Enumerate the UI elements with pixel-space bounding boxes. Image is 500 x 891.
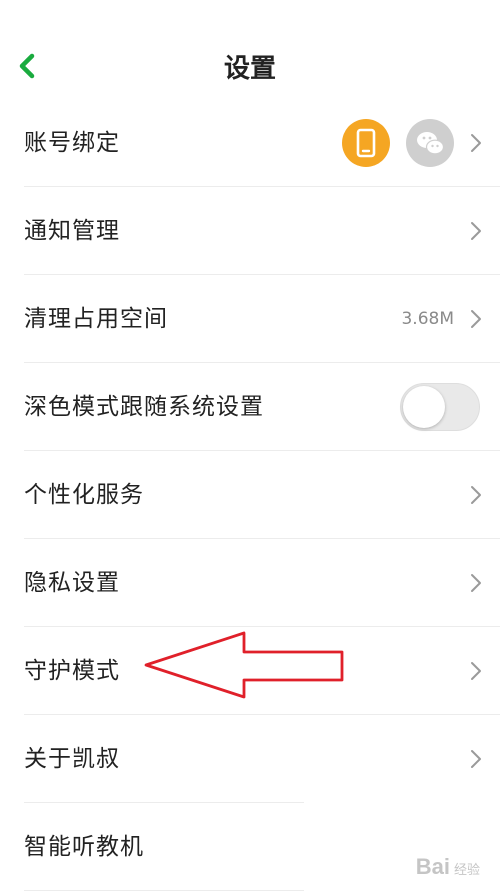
divider [24,450,500,451]
phone-binding-badge[interactable] [342,119,390,167]
page-title: 设置 [223,54,276,84]
chevron-right-icon [471,310,481,328]
setting-label: 关于凯叔 [24,746,120,772]
setting-label: 深色模式跟随系统设置 [24,394,264,420]
divider [24,274,500,275]
chevron-right-icon [471,574,481,592]
baidu-watermark: Bai 经验 [416,854,480,880]
chevron-right-icon [471,750,481,768]
chevron-right-icon [471,486,481,504]
wechat-binding-badge[interactable] [406,119,454,167]
divider [24,714,500,715]
annotation-arrow-icon [144,631,344,699]
setting-label: 个性化服务 [24,482,144,508]
toggle-knob [403,386,445,428]
setting-about[interactable]: 关于凯叔 [0,716,500,803]
divider [24,186,500,187]
dark-mode-toggle[interactable] [400,383,480,431]
setting-label: 智能听教机 [24,834,144,860]
chevron-right-icon [471,134,481,152]
setting-clear-storage[interactable]: 清理占用空间 3.68M [0,276,500,363]
phone-icon [356,128,376,158]
watermark-text: Bai [415,854,450,879]
divider [24,626,500,627]
setting-privacy[interactable]: 隐私设置 [0,540,500,627]
setting-dark-mode: 深色模式跟随系统设置 [0,364,500,451]
setting-label: 通知管理 [24,218,120,244]
setting-label: 清理占用空间 [24,306,168,332]
wechat-icon [417,132,445,155]
setting-personalized-service[interactable]: 个性化服务 [0,452,500,539]
divider [24,362,500,363]
setting-account-binding[interactable]: 账号绑定 [0,100,500,187]
setting-label: 隐私设置 [24,570,120,596]
divider [24,802,304,803]
chevron-right-icon [471,222,481,240]
watermark-subtext: 经验 [453,862,480,877]
setting-label: 账号绑定 [24,130,120,156]
storage-size-value: 3.68M [401,309,454,329]
divider [24,538,500,539]
chevron-right-icon [471,662,481,680]
setting-label: 守护模式 [24,658,120,684]
setting-notification[interactable]: 通知管理 [0,188,500,275]
